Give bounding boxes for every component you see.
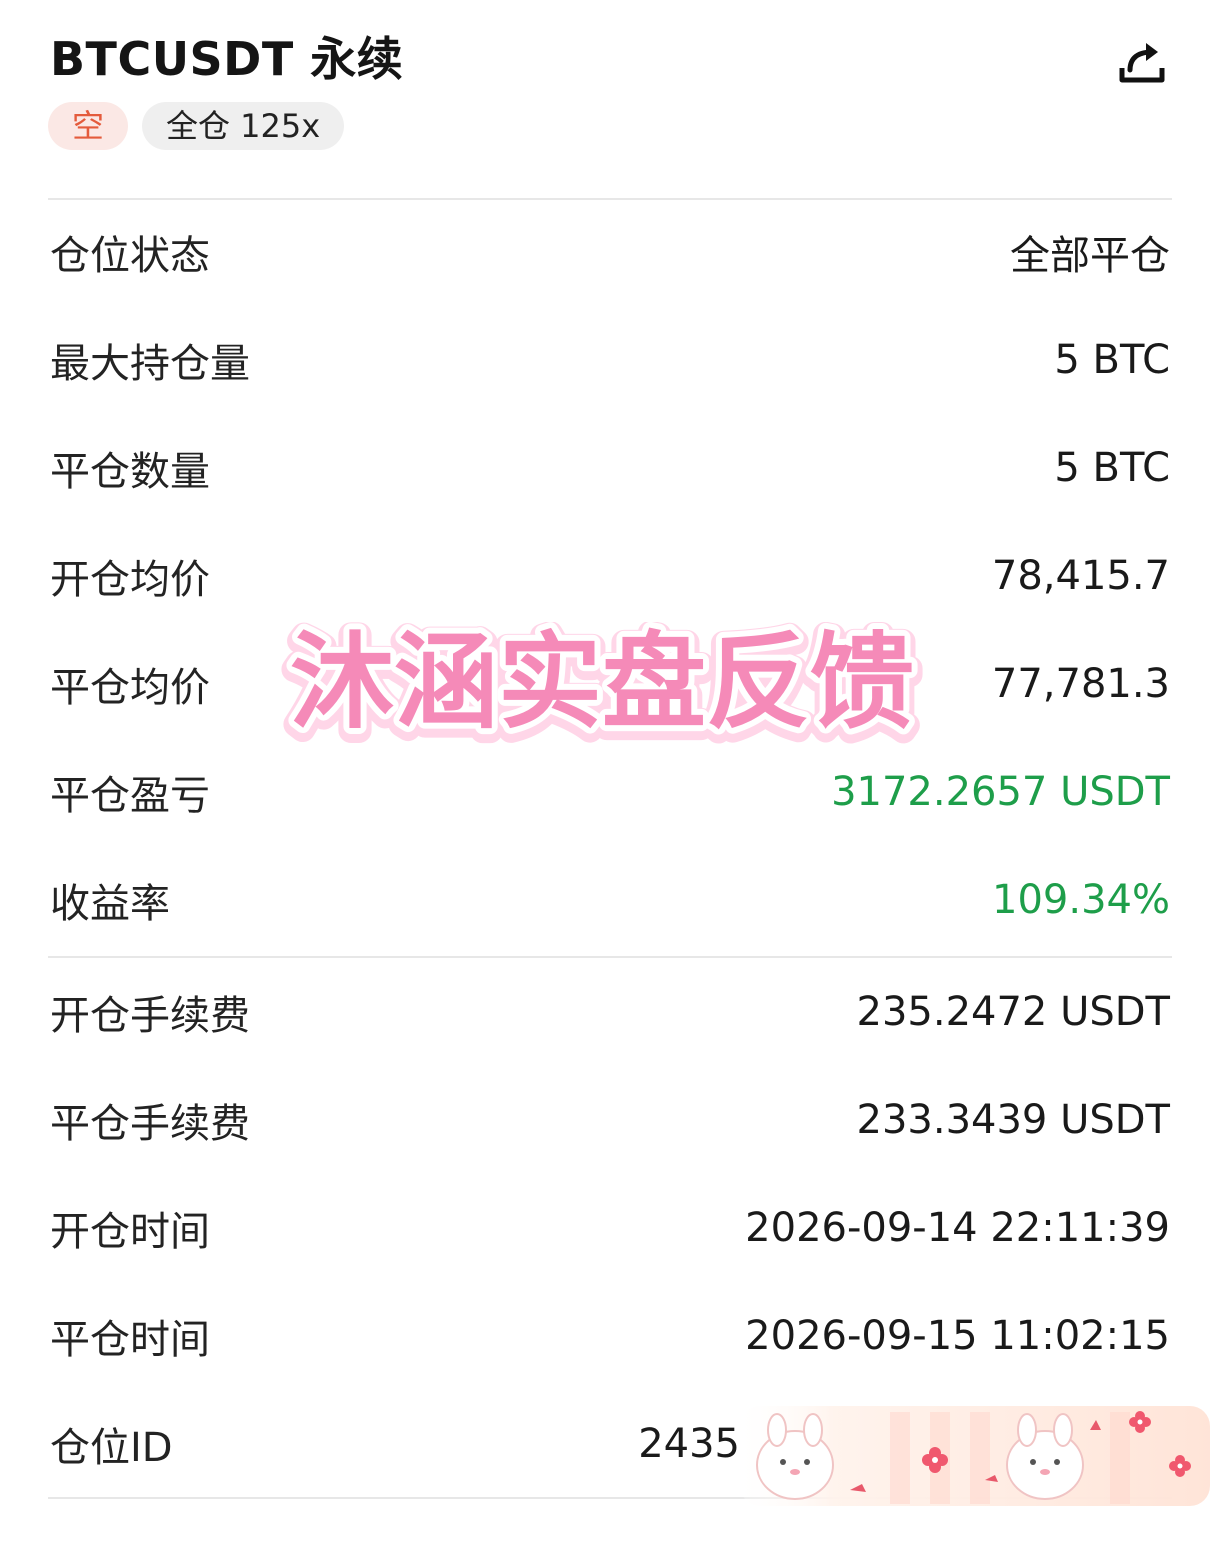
row-value: 77,781.3 bbox=[991, 661, 1170, 707]
row-roi: 收益率 109.34% bbox=[50, 846, 1170, 954]
row-value: 233.3439 USDT bbox=[856, 1097, 1170, 1143]
row-label: 开仓均价 bbox=[50, 557, 210, 603]
row-value: 109.34% bbox=[992, 877, 1170, 923]
watermark: 沐涵实盘反馈 沐涵实盘反馈 沐涵实盘反馈 bbox=[279, 622, 925, 752]
row-label: 平仓手续费 bbox=[50, 1101, 250, 1147]
row-value: 5 BTC bbox=[1054, 337, 1170, 383]
row-label: 平仓盈亏 bbox=[50, 773, 210, 819]
row-open-fee: 开仓手续费 235.2472 USDT bbox=[50, 958, 1170, 1066]
page-title: BTCUSDT 永续 bbox=[50, 32, 404, 86]
short-badge: 空 bbox=[48, 102, 128, 150]
row-label: 开仓时间 bbox=[50, 1209, 210, 1255]
row-label: 平仓数量 bbox=[50, 449, 210, 495]
row-value: 全部平仓 bbox=[1010, 233, 1170, 279]
row-open-avg-price: 开仓均价 78,415.7 bbox=[50, 522, 1170, 630]
header: BTCUSDT 永续 bbox=[50, 28, 1170, 90]
row-max-position: 最大持仓量 5 BTC bbox=[50, 306, 1170, 414]
row-value: 235.2472 USDT bbox=[856, 989, 1170, 1035]
row-label: 收益率 bbox=[50, 881, 170, 927]
row-label: 仓位ID bbox=[50, 1425, 173, 1471]
row-realized-pnl: 平仓盈亏 3172.2657 USDT bbox=[50, 738, 1170, 846]
row-close-quantity: 平仓数量 5 BTC bbox=[50, 414, 1170, 522]
row-value: 2435 bbox=[638, 1421, 740, 1467]
row-value: 78,415.7 bbox=[991, 553, 1170, 599]
watermark-text: 沐涵实盘反馈 bbox=[290, 622, 914, 743]
row-value: 2026-09-15 11:02:15 bbox=[745, 1313, 1170, 1359]
share-icon[interactable] bbox=[1114, 36, 1170, 92]
row-position-status: 仓位状态 全部平仓 bbox=[50, 198, 1170, 306]
row-label: 平仓时间 bbox=[50, 1317, 210, 1363]
bunny-sticker bbox=[740, 1406, 1210, 1506]
row-value: 3172.2657 USDT bbox=[831, 769, 1170, 815]
row-label: 最大持仓量 bbox=[50, 341, 250, 387]
row-value: 2026-09-14 22:11:39 bbox=[745, 1205, 1170, 1251]
row-open-time: 开仓时间 2026-09-14 22:11:39 bbox=[50, 1174, 1170, 1282]
row-label: 平仓均价 bbox=[50, 665, 210, 711]
row-label: 仓位状态 bbox=[50, 233, 210, 279]
margin-mode-badge: 全仓 125x bbox=[142, 102, 345, 150]
row-label: 开仓手续费 bbox=[50, 993, 250, 1039]
row-value: 5 BTC bbox=[1054, 445, 1170, 491]
tag-group: 空 全仓 125x bbox=[48, 102, 345, 150]
row-close-fee: 平仓手续费 233.3439 USDT bbox=[50, 1066, 1170, 1174]
row-close-time: 平仓时间 2026-09-15 11:02:15 bbox=[50, 1282, 1170, 1390]
